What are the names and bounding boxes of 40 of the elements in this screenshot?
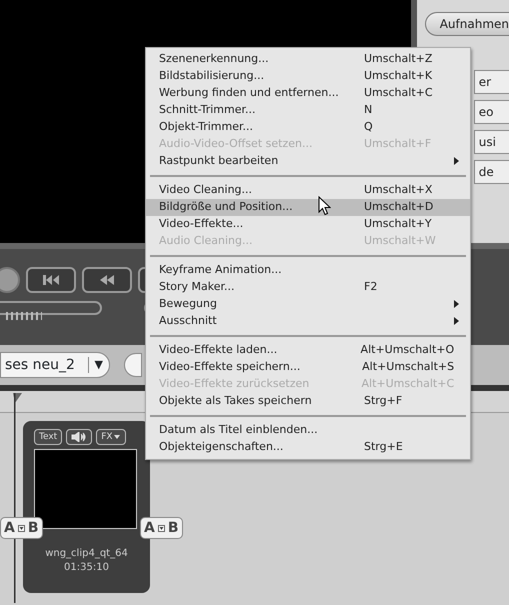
clip-duration: 01:35:10 bbox=[63, 561, 110, 575]
record-button[interactable] bbox=[0, 267, 20, 293]
menu-item[interactable]: Objekt-Trimmer... Q bbox=[146, 119, 470, 136]
menu-item[interactable]: Video-Effekte speichern... Alt+Umschalt+S bbox=[146, 359, 470, 376]
clip-name: wng_clip4_qt_64 bbox=[44, 547, 129, 561]
dropdown-icon bbox=[158, 524, 165, 532]
menu-item[interactable]: Video-Effekte laden... Alt+Umschalt+O bbox=[146, 342, 470, 359]
panel-tab[interactable]: usi bbox=[474, 130, 509, 154]
menu-item[interactable]: Schnitt-Trimmer... N bbox=[146, 102, 470, 119]
menu-item[interactable]: Keyframe Animation... bbox=[146, 262, 470, 279]
menu-item[interactable]: Rastpunkt bearbeiten bbox=[146, 153, 470, 170]
menu-item[interactable]: Ausschnitt bbox=[146, 313, 470, 330]
effects-button[interactable]: FX bbox=[96, 429, 126, 445]
menu-item[interactable]: Objekte als Takes speichern Strg+F bbox=[146, 393, 470, 410]
project-dropdown[interactable]: ses neu_2 ▼ bbox=[0, 352, 110, 378]
audio-button[interactable] bbox=[66, 429, 92, 445]
menu-item[interactable]: Bildstabilisierung... Umschalt+K bbox=[146, 68, 470, 85]
skip-back-icon bbox=[43, 275, 59, 285]
record-button[interactable]: Aufnahmen bbox=[424, 12, 509, 36]
menu-item[interactable]: Bewegung bbox=[146, 296, 470, 313]
rewind-icon bbox=[100, 275, 114, 285]
transition-button[interactable]: A B bbox=[0, 517, 43, 539]
menu-item[interactable]: Szenenerkennung... Umschalt+Z bbox=[146, 51, 470, 68]
menu-item[interactable]: Story Maker... F2 bbox=[146, 279, 470, 296]
menu-item[interactable]: Video Cleaning... Umschalt+X bbox=[146, 182, 470, 199]
rewind-button[interactable] bbox=[82, 267, 132, 293]
speaker-icon bbox=[71, 432, 88, 442]
panel-tab[interactable]: de bbox=[474, 160, 509, 184]
toolbar-button[interactable] bbox=[124, 353, 142, 377]
transition-button[interactable]: A B bbox=[140, 517, 183, 539]
text-button[interactable]: Text bbox=[34, 429, 62, 445]
skip-back-button[interactable] bbox=[26, 267, 76, 293]
mouse-pointer-icon bbox=[318, 196, 331, 216]
dropdown-icon bbox=[18, 524, 25, 532]
menu-item[interactable]: Werbung finden und entfernen... Umschalt+C bbox=[146, 85, 470, 102]
panel-tab[interactable]: eo bbox=[474, 100, 509, 124]
menu-item[interactable]: Bildgröße und Position... Umschalt+D bbox=[146, 199, 470, 216]
menu-item[interactable]: Video-Effekte... Umschalt+Y bbox=[146, 216, 470, 233]
caret-icon bbox=[112, 434, 121, 440]
panel-tab[interactable]: er bbox=[474, 70, 509, 94]
